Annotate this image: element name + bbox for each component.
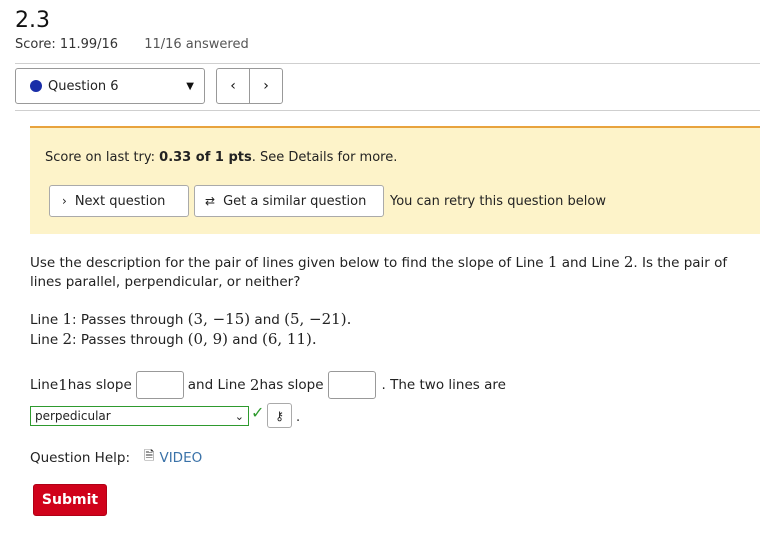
answer-text: and Line [187,377,246,393]
chevron-left-icon: ‹ [230,78,236,94]
slope2-input[interactable] [327,371,376,399]
lines-relation-select[interactable]: perpedicular ⌄ [30,406,249,426]
question-help-label: Question Help: [30,450,130,466]
line1-description: Line 1: Passes through (3, −15) and (5, … [30,310,351,328]
line-text: : Passes through [71,332,188,348]
prompt-text: Use the description for the pair of line… [30,255,548,271]
feedback-score: 0.33 of 1 pts [159,150,252,165]
point: (6, 11) [261,330,312,348]
last-try-score: Score on last try: 0.33 of 1 pts. See De… [45,150,397,165]
key-icon: ⚷ [275,408,284,423]
line-text: and [250,312,285,328]
point: (3, −15) [187,310,251,328]
submit-button[interactable]: Submit [33,484,107,516]
feedback-suffix: . See Details for more. [251,150,398,165]
caret-down-icon: ▼ [186,80,194,92]
next-question-label: Next question [74,193,166,209]
key-button[interactable]: ⚷ [267,403,292,428]
line-label: Line [30,312,63,328]
line-text: . [311,330,317,348]
answer-text: has slope [67,377,132,393]
chevron-right-icon: › [62,194,67,208]
point: (0, 9) [187,330,228,348]
score-text: Score: 11.99/16 [15,37,119,52]
question-prompt: Use the description for the pair of line… [30,253,740,292]
line-number: 1 [62,310,72,328]
swap-icon: ⇄ [205,194,216,208]
answer-text: Line [30,377,59,393]
answer-text: has slope [259,377,324,393]
line2-description: Line 2: Passes through (0, 9) and (6, 11… [30,330,317,348]
math-one: 1 [58,376,68,394]
check-icon: ✓ [251,403,265,422]
math-one: 1 [547,253,558,271]
answered-count: 11/16 answered [144,37,249,52]
answer-text: . The two lines are [381,377,506,393]
next-question-button[interactable]: › Next question [49,185,189,217]
line-label: Line [30,332,63,348]
similar-question-label: Get a similar question [223,193,367,209]
question-status-dot [30,80,42,92]
score-summary: Score: 11.99/16 11/16 answered [15,37,249,52]
line-text: and [228,332,262,348]
similar-question-button[interactable]: ⇄ Get a similar question [194,185,384,217]
math-two: 2 [249,376,260,394]
period-text: . [296,410,301,425]
point: (5, −21) [284,310,347,328]
previous-question-button[interactable]: ‹ [216,68,250,104]
chevron-right-icon: › [263,78,269,94]
question-dropdown-label: Question 6 [48,78,119,94]
feedback-prefix: Score on last try: [45,150,160,165]
divider [15,63,760,64]
next-question-arrow-button[interactable]: › [249,68,283,104]
question-dropdown[interactable]: Question 6 ▼ [15,68,205,104]
feedback-panel: Score on last try: 0.33 of 1 pts. See De… [30,126,760,234]
line-text: . [346,310,352,328]
line-text: : Passes through [71,312,188,328]
video-link[interactable]: VIDEO [159,450,202,466]
retry-message: You can retry this question below [390,194,606,209]
slope1-input[interactable] [135,371,184,399]
chevron-down-icon: ⌄ [234,409,244,423]
math-two: 2 [623,253,634,271]
document-icon: 🗎 [144,449,155,464]
prompt-text: and Line [557,255,624,271]
lines-relation-value: perpedicular [35,409,111,423]
line-number: 2 [62,330,72,348]
assignment-title: 2.3 [15,8,50,33]
question-help: Question Help: 🗎 VIDEO [30,447,202,469]
divider [15,110,760,111]
answer-row: Line 1 has slope and Line 2 has slope . … [30,370,506,400]
